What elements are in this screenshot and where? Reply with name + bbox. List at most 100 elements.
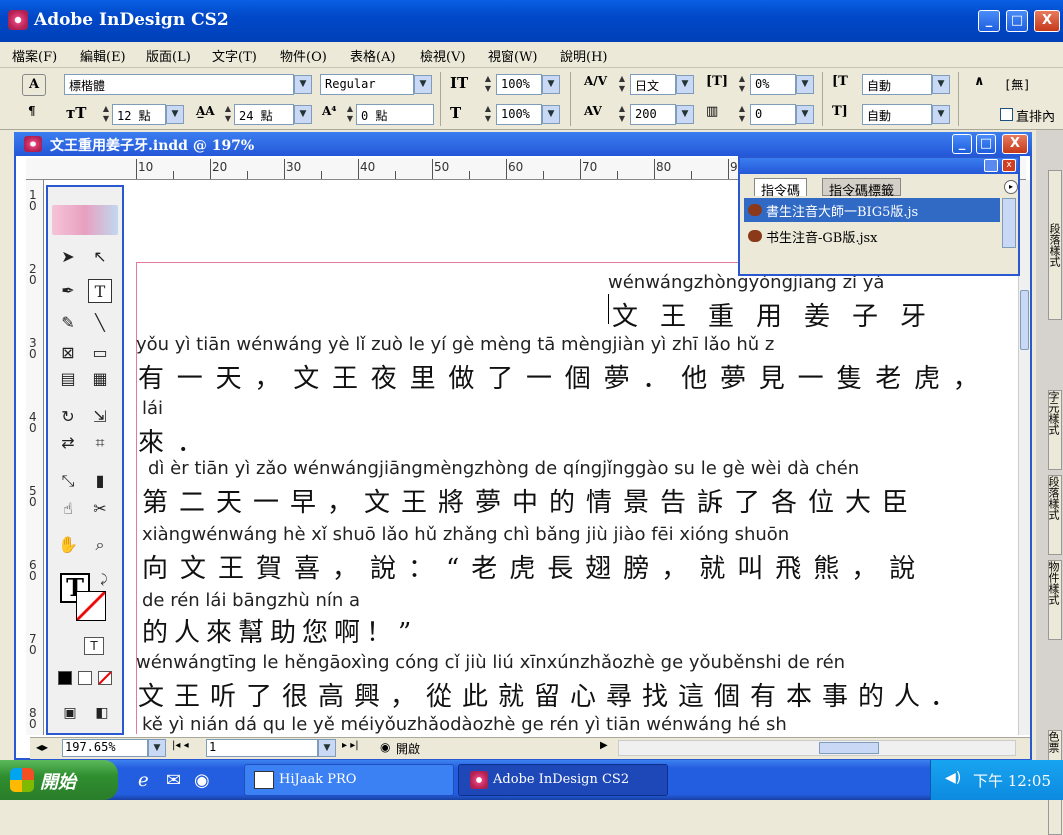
speaker-icon[interactable]: ◀) [945, 770, 961, 786]
shear-tool-icon[interactable]: ⇄ [56, 431, 80, 455]
menu-help[interactable]: 說明(H) [560, 46, 607, 65]
tracking-mode-dropdown[interactable]: ▼ [676, 75, 694, 94]
stroke-swatch[interactable] [76, 591, 106, 621]
next-page-icon[interactable]: ▸ ▸| [342, 740, 359, 751]
doc-maximize-button[interactable]: □ [976, 134, 996, 154]
baseline-field[interactable]: 0 [750, 104, 796, 125]
tsume-spinner[interactable]: ▲ ▼ [736, 74, 748, 95]
scrollbar-thumb[interactable] [1020, 290, 1029, 350]
aki-after-field[interactable]: 自動 [862, 104, 932, 125]
aki-before-dropdown[interactable]: ▼ [932, 75, 950, 94]
tracking-field[interactable]: 200 [630, 104, 676, 125]
side-tab-paragraph-styles[interactable]: 段落樣式 [1048, 170, 1062, 320]
horizontal-scale-dropdown[interactable]: ▼ [542, 105, 560, 124]
side-tab-object-styles[interactable]: 物件樣式 [1047, 560, 1062, 640]
vertical-scale-field[interactable]: 100% [496, 74, 542, 95]
apply-color-button[interactable] [58, 671, 72, 685]
tsume-dropdown[interactable]: ▼ [796, 75, 814, 94]
eyedropper-tool-icon[interactable]: ⤡ [56, 469, 80, 493]
status-menu-icon[interactable]: ▶ [600, 740, 608, 751]
panel-menu-icon[interactable]: ▸ [1004, 180, 1018, 194]
horizontal-scrollbar-thumb[interactable] [819, 742, 879, 754]
menu-window[interactable]: 視窗(W) [488, 46, 538, 65]
vertical-scale-spinner[interactable]: ▲ ▼ [482, 74, 494, 95]
baseline-dropdown[interactable]: ▼ [796, 105, 814, 124]
vertical-in-horizontal-checkbox[interactable] [1000, 108, 1013, 121]
formatting-affects-text-icon[interactable]: T [84, 637, 104, 655]
clock[interactable]: 下午 12:05 [973, 770, 1051, 791]
quicklaunch-outlook-icon[interactable]: ✉ [166, 770, 181, 791]
pencil-tool-icon[interactable]: ✎ [56, 311, 80, 335]
rectangle-frame-tool-icon[interactable]: ⊠ [56, 341, 80, 365]
zoom-field[interactable]: 197.65% [62, 739, 148, 757]
doc-minimize-button[interactable]: _ [952, 134, 972, 154]
vertical-scale-dropdown[interactable]: ▼ [542, 75, 560, 94]
close-button[interactable]: X [1034, 10, 1060, 32]
font-size-spinner[interactable]: ▲ ▼ [100, 104, 112, 125]
leading-dropdown[interactable]: ▼ [294, 105, 312, 124]
tracking-mode-field[interactable]: 日文 [630, 74, 676, 95]
kerning-field[interactable]: 0 點 [356, 104, 434, 125]
menu-edit[interactable]: 編輯(E) [80, 46, 126, 65]
script-item-big5[interactable]: 書生注音大師一BIG5版.js [744, 198, 1000, 222]
menu-file[interactable]: 檔案(F) [12, 46, 57, 65]
quicklaunch-media-icon[interactable]: ◉ [194, 770, 210, 791]
page-dropdown[interactable]: ▼ [318, 739, 336, 757]
side-tab-paragraph-styles-2[interactable]: 段落樣式 [1047, 475, 1062, 555]
baseline-spinner[interactable]: ▲ ▼ [736, 104, 748, 125]
maximize-button[interactable]: □ [1006, 10, 1028, 32]
panel-minimize-button[interactable] [984, 159, 998, 172]
side-tab-char-styles[interactable]: 字元樣式 [1047, 390, 1062, 470]
menu-layout[interactable]: 版面(L) [146, 46, 191, 65]
leading-field[interactable]: 24 點 [234, 104, 294, 125]
page-field[interactable]: 1 [206, 739, 318, 757]
normal-view-icon[interactable]: ▣ [58, 701, 82, 725]
gradient-tool-icon[interactable]: ▮ [88, 469, 112, 493]
font-family-dropdown[interactable]: ▼ [294, 75, 312, 94]
type-tool-icon[interactable]: T [88, 279, 112, 303]
doc-close-button[interactable]: X [1002, 134, 1028, 154]
horizontal-scrollbar[interactable] [618, 740, 1016, 756]
apply-none-button[interactable] [98, 671, 112, 685]
button-tool-icon[interactable]: ▤ [56, 367, 80, 391]
tracking-mode-spinner[interactable]: ▲ ▼ [616, 74, 628, 95]
font-style-field[interactable]: Regular [320, 74, 414, 95]
preview-view-icon[interactable]: ◧ [90, 701, 114, 725]
line-tool-icon[interactable]: ╲ [88, 311, 112, 335]
button-hand-tool-icon[interactable]: ☝ [56, 497, 80, 521]
menu-view[interactable]: 檢視(V) [420, 46, 466, 65]
aki-before-field[interactable]: 自動 [862, 74, 932, 95]
font-style-dropdown[interactable]: ▼ [414, 75, 432, 94]
direct-selection-tool-icon[interactable]: ↖ [88, 245, 112, 269]
quicklaunch-ie-icon[interactable]: ℯ [138, 770, 149, 791]
scale-tool-icon[interactable]: ⇲ [88, 405, 112, 429]
rectangle-tool-icon[interactable]: ▭ [88, 341, 112, 365]
horizontal-scale-field[interactable]: 100% [496, 104, 542, 125]
character-mode-icon[interactable]: A [22, 74, 46, 96]
font-size-field[interactable]: 12 點 [112, 104, 166, 125]
tracking-spinner[interactable]: ▲ ▼ [616, 104, 628, 125]
font-size-dropdown[interactable]: ▼ [166, 105, 184, 124]
apply-gradient-button[interactable] [78, 671, 92, 685]
menu-type[interactable]: 文字(T) [212, 46, 257, 65]
minimize-button[interactable]: _ [978, 10, 1000, 32]
free-transform-tool-icon[interactable]: ⌗ [88, 431, 112, 455]
script-item-gb[interactable]: 书生注音-GB版.jsx [744, 224, 1000, 248]
zoom-tool-icon[interactable]: ⌕ [88, 533, 112, 557]
pen-tool-icon[interactable]: ✒ [56, 279, 80, 303]
tab-script-label[interactable]: 指令碼標籤 [822, 178, 902, 199]
horizontal-scale-spinner[interactable]: ▲ ▼ [482, 104, 494, 125]
tab-scripts[interactable]: 指令碼 [754, 178, 808, 199]
leading-spinner[interactable]: ▲ ▼ [222, 104, 234, 125]
taskbar-item-indesign[interactable]: Adobe InDesign CS2 [458, 764, 668, 796]
taskbar-item-hijaak[interactable]: HiJaak PRO [244, 764, 454, 796]
panel-scrollbar[interactable] [1002, 198, 1016, 248]
rotate-tool-icon[interactable]: ↻ [56, 405, 80, 429]
tsume-field[interactable]: 0% [750, 74, 796, 95]
character-style-field[interactable]: [無] [1000, 74, 1063, 95]
aki-after-dropdown[interactable]: ▼ [932, 105, 950, 124]
selection-tool-icon[interactable]: ➤ [56, 245, 80, 269]
zoom-dropdown[interactable]: ▼ [148, 739, 166, 757]
table-tool-icon[interactable]: ▦ [88, 367, 112, 391]
first-page-icon[interactable]: |◂ ◂ [172, 740, 189, 751]
